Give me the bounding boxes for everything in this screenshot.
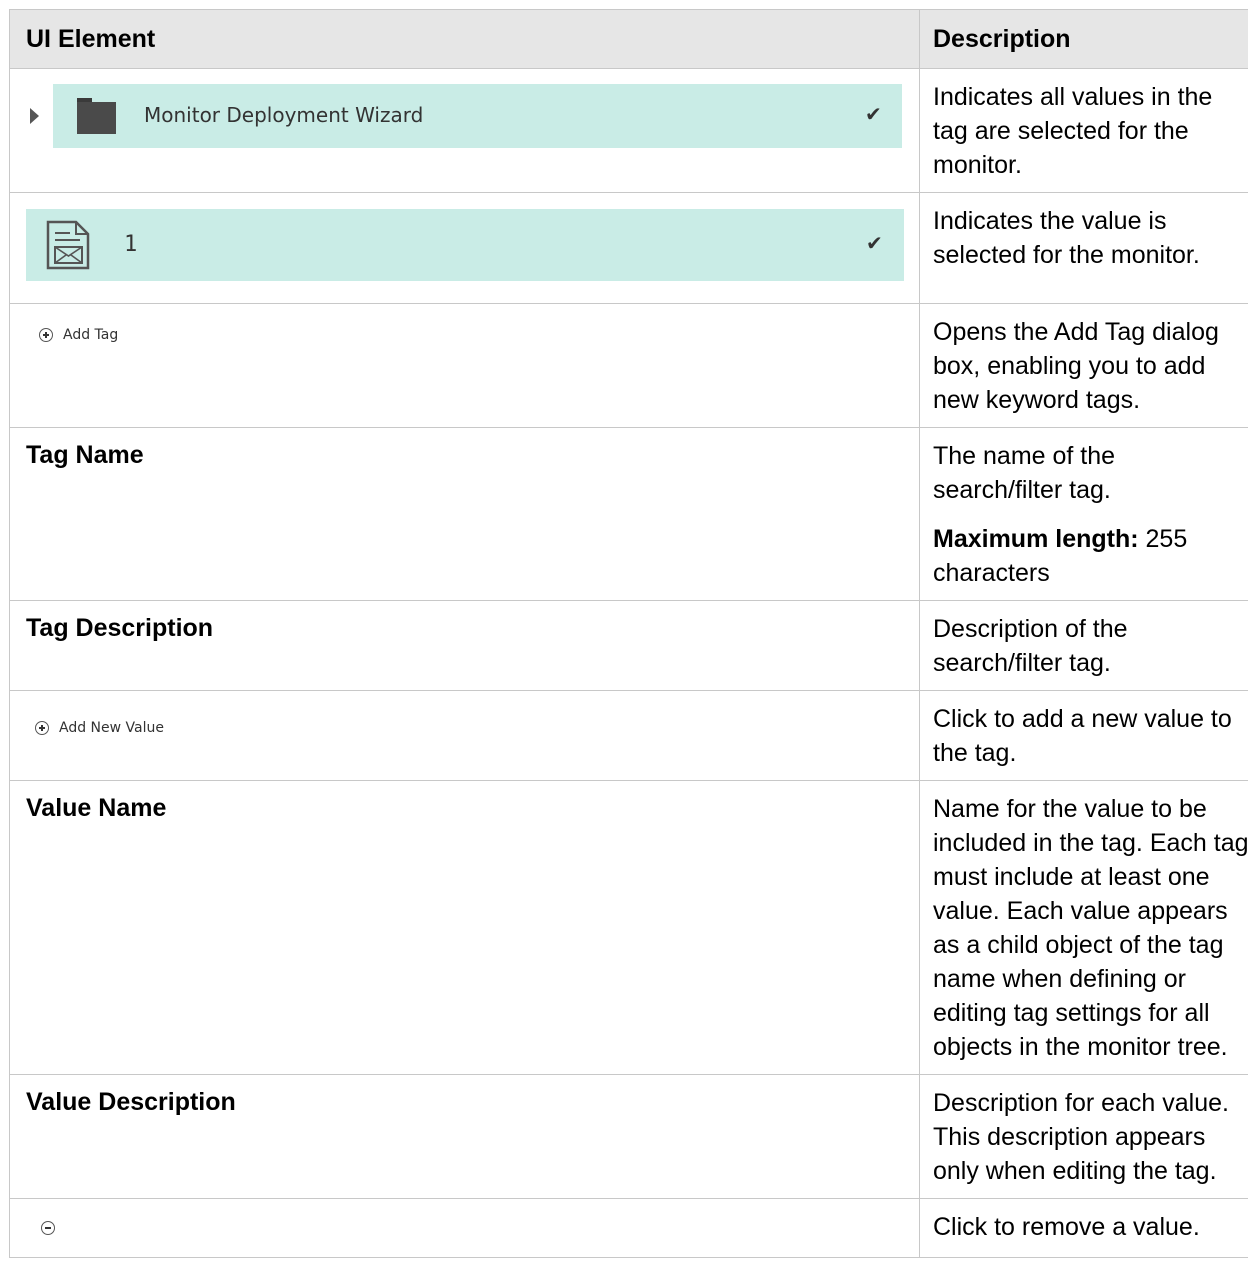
folder-icon	[77, 98, 116, 134]
description-text: Name for the value to be included in the…	[933, 795, 1248, 1061]
add-circle-icon	[39, 328, 53, 342]
table-row: Value Name Name for the value to be incl…	[9, 780, 1248, 1075]
table-row: Click to remove a value.	[9, 1198, 1248, 1258]
description-cell: Name for the value to be included in the…	[919, 780, 1248, 1075]
max-length-label: Maximum length:	[933, 525, 1139, 553]
table-row: Monitor Deployment Wizard ✔ Indicates al…	[9, 68, 1248, 193]
description-cell: Description for each value. This descrip…	[919, 1074, 1248, 1199]
description-cell: The name of the search/filter tag. Maxim…	[919, 427, 1248, 601]
ui-element-cell: Monitor Deployment Wizard ✔	[9, 68, 920, 193]
add-circle-icon	[35, 721, 49, 735]
value-document-icon	[46, 220, 90, 270]
add-new-value-label: Add New Value	[59, 720, 164, 736]
folder-tree-item[interactable]: Monitor Deployment Wizard ✔	[53, 84, 902, 148]
description-text: Description for each value. This descrip…	[933, 1089, 1229, 1185]
header-ui-element: UI Element	[9, 9, 920, 69]
description-cell: Description of the search/filter tag.	[919, 600, 1248, 691]
description-text: Opens the Add Tag dialog box, enabling y…	[933, 318, 1219, 414]
table-row: 1 ✔ Indicates the value is selected for …	[9, 192, 1248, 304]
description-cell: Click to add a new value to the tag.	[919, 690, 1248, 781]
ui-element-cell	[9, 1198, 920, 1258]
ui-element-cell: Add New Value	[9, 690, 920, 781]
table-row: Add New Value Click to add a new value t…	[9, 690, 1248, 781]
description-text: Indicates the value is selected for the …	[933, 207, 1200, 269]
folder-label: Monitor Deployment Wizard	[144, 103, 424, 127]
table-row: Add Tag Opens the Add Tag dialog box, en…	[9, 303, 1248, 428]
tag-description-label: Tag Description	[9, 600, 920, 691]
value-tree-item[interactable]: 1 ✔	[26, 209, 904, 281]
tag-name-label: Tag Name	[9, 427, 920, 601]
header-description: Description	[919, 9, 1248, 69]
checkmark-icon: ✔	[866, 231, 883, 255]
table-row: Value Description Description for each v…	[9, 1074, 1248, 1199]
add-tag-button[interactable]: Add Tag	[39, 327, 118, 343]
add-new-value-button[interactable]: Add New Value	[35, 720, 164, 736]
description-cell: Click to remove a value.	[919, 1198, 1248, 1258]
description-cell: Opens the Add Tag dialog box, enabling y…	[919, 303, 1248, 428]
max-length-note: Maximum length: 255 characters	[933, 522, 1248, 590]
description-cell: Indicates the value is selected for the …	[919, 192, 1248, 304]
value-name-label: Value Name	[9, 780, 920, 1075]
description-text: The name of the search/filter tag.	[933, 442, 1116, 504]
checkmark-icon: ✔	[865, 102, 882, 126]
value-label: 1	[124, 232, 138, 257]
ui-element-cell: Add Tag	[9, 303, 920, 428]
description-text: Indicates all values in the tag are sele…	[933, 83, 1213, 179]
ui-element-cell: 1 ✔	[9, 192, 920, 304]
value-description-label: Value Description	[9, 1074, 920, 1199]
description-cell: Indicates all values in the tag are sele…	[919, 68, 1248, 193]
table-header-row: UI Element Description	[9, 9, 1248, 69]
expand-arrow-icon[interactable]	[30, 108, 39, 124]
description-text: Description of the search/filter tag.	[933, 615, 1128, 677]
description-text: Click to add a new value to the tag.	[933, 705, 1232, 767]
ui-elements-table: UI Element Description Monitor Deploymen…	[9, 9, 1248, 1258]
remove-icon[interactable]	[41, 1221, 55, 1235]
table-row: Tag Description Description of the searc…	[9, 600, 1248, 691]
description-text: Click to remove a value.	[933, 1213, 1200, 1241]
table-row: Tag Name The name of the search/filter t…	[9, 427, 1248, 601]
add-tag-label: Add Tag	[63, 327, 119, 343]
